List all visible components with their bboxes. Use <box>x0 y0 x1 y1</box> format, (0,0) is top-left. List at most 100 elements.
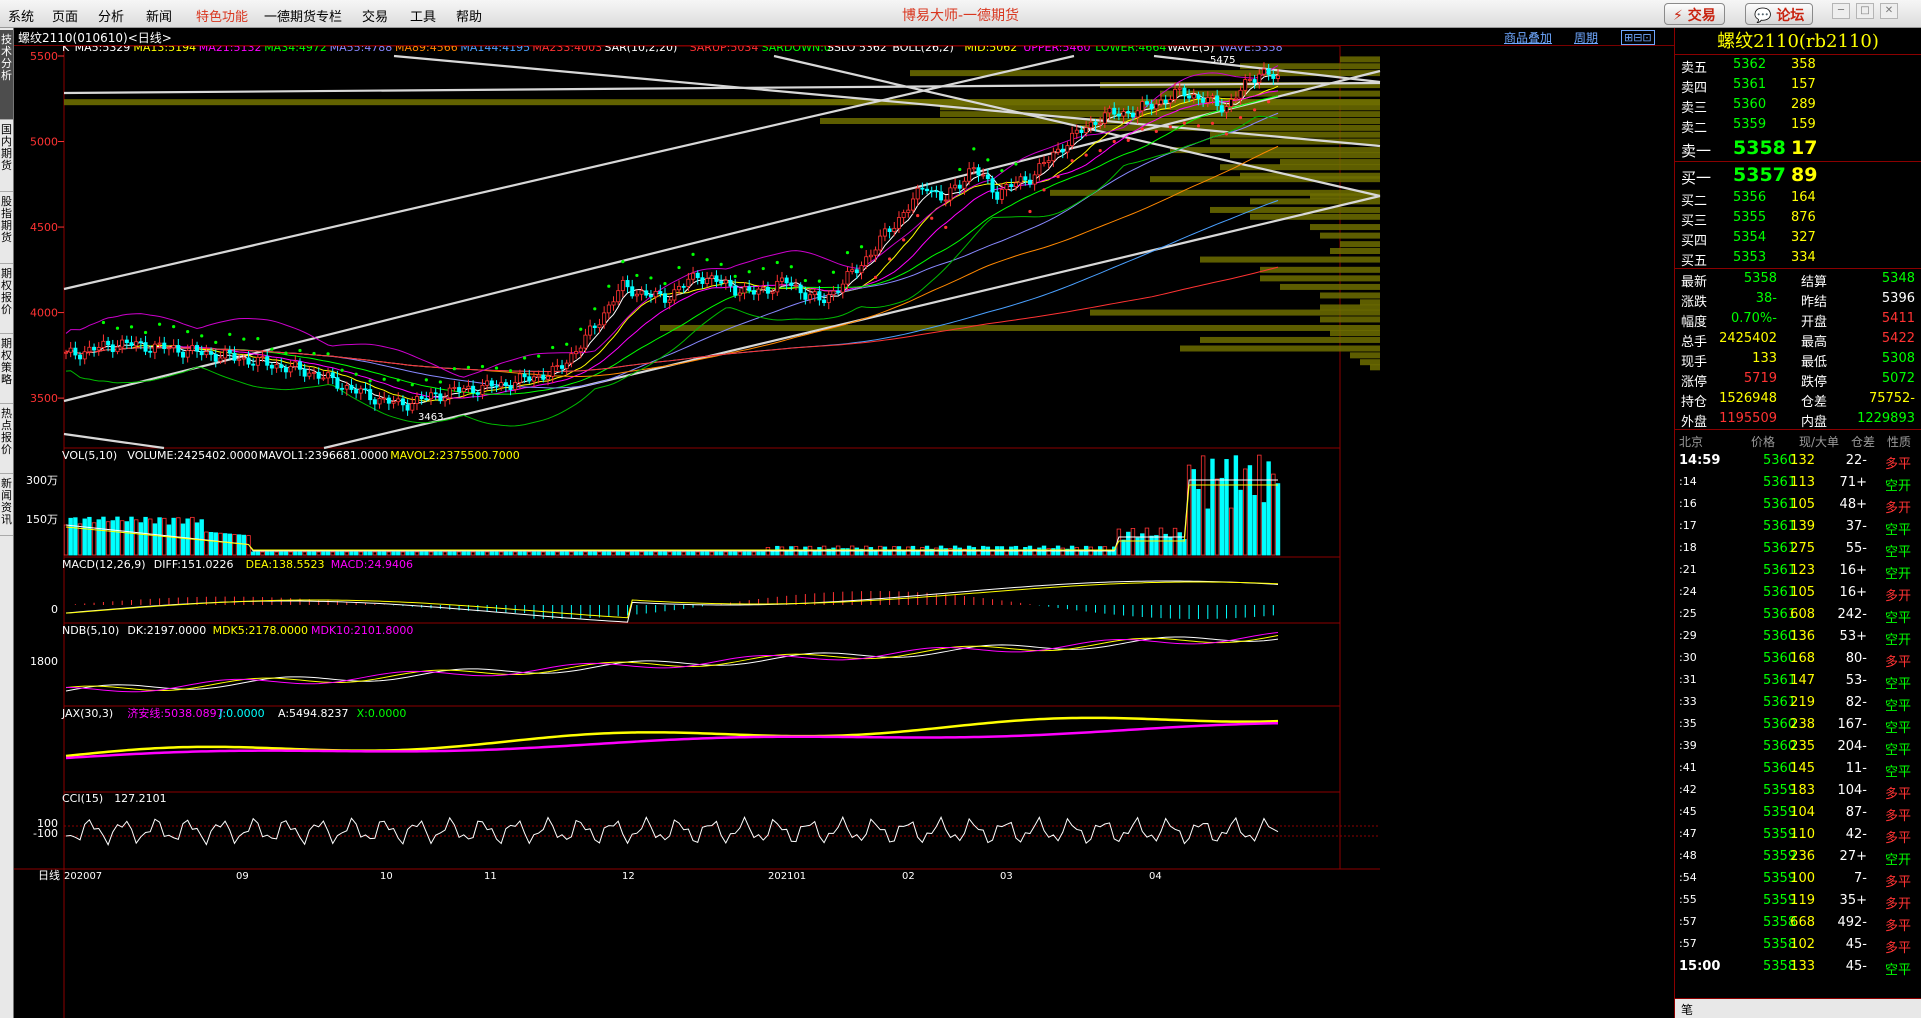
zoom-icons[interactable]: ⊞⊟⊡ <box>1621 30 1655 45</box>
menu-item-1[interactable]: 页面 <box>52 6 78 25</box>
candle-body <box>1187 95 1192 99</box>
volume-bar <box>1191 469 1196 556</box>
left-tab-6[interactable]: 新闻资讯 <box>0 474 13 536</box>
volume-bar <box>1247 465 1253 556</box>
candle-body <box>269 364 274 369</box>
futures-chart[interactable]: K MA5:5329 MA13:5194 MA21:5132 MA34:4972 MA55… <box>14 46 1674 1018</box>
ask-row: 卖五 5362 358 <box>1675 55 1921 76</box>
candle-body <box>410 403 415 411</box>
candle-body <box>1135 110 1140 118</box>
candle-body <box>129 342 134 347</box>
left-tab-5[interactable]: 热点报价 <box>0 404 13 474</box>
sub-y-tick: -100 <box>33 827 58 840</box>
volume-bar <box>269 551 275 556</box>
tick-nature: 多平 <box>1885 831 1912 846</box>
candle-body <box>1140 101 1145 112</box>
sar-dot <box>930 216 934 220</box>
volume-bar <box>1266 461 1271 556</box>
sar-dot <box>396 378 400 382</box>
tick-time: :45 <box>1679 805 1697 818</box>
cci_indicator-legend: 127.2101 <box>114 792 167 805</box>
volume-bar <box>1196 489 1201 556</box>
candle-body <box>218 357 223 362</box>
jax_indicator-legend: JAX(30,3) <box>61 707 113 720</box>
sar-dot <box>508 369 513 373</box>
volume-bar <box>166 524 172 556</box>
volume-bar <box>1130 528 1136 556</box>
volume-bar <box>105 521 111 556</box>
sar-dot <box>663 281 667 286</box>
left-tab-0[interactable]: 技术分析 <box>0 30 13 120</box>
volume-bar <box>1149 535 1154 556</box>
commodity-overlay-link[interactable]: 商品叠加 <box>1504 29 1552 46</box>
volume-bar <box>400 551 406 556</box>
volume-bar <box>639 551 644 556</box>
menu-item-2[interactable]: 分析 <box>98 6 124 25</box>
tick-nature: 空平 <box>1885 611 1912 626</box>
sub-y-tick: 0 <box>51 603 58 616</box>
trade-button[interactable]: ⚡ 交易 <box>1664 3 1725 25</box>
jax_indicator-legend: J:0.0000 <box>218 707 264 720</box>
candle-body <box>915 187 920 200</box>
left-tab-1[interactable]: 国内期货 <box>0 120 13 192</box>
menu-item-8[interactable]: 帮助 <box>456 6 482 25</box>
tick-time: :57 <box>1679 937 1697 950</box>
sar-dot <box>256 336 260 341</box>
sar-dot <box>270 347 274 351</box>
forum-button[interactable]: 💬 论坛 <box>1745 3 1814 25</box>
candle-body <box>354 389 359 394</box>
candle-body <box>878 235 883 251</box>
candle-body <box>429 392 434 400</box>
candle-body <box>1107 107 1112 114</box>
main_indicator-legend: WAVE:5358 <box>1219 46 1282 54</box>
volume-bar <box>644 551 649 556</box>
volume-bar <box>349 551 354 556</box>
candle-body <box>957 184 962 189</box>
candle-body <box>882 228 887 237</box>
candle-body <box>929 190 934 193</box>
volume-profile-bar <box>1320 316 1380 323</box>
tick-nature: 空平 <box>1885 743 1912 758</box>
quote-label: 仓差 <box>1801 395 1828 410</box>
ask-volume: 289 <box>1791 97 1816 112</box>
menu-item-6[interactable]: 交易 <box>362 6 388 25</box>
menu-item-4[interactable]: 特色功能 <box>196 6 248 25</box>
volume-bar <box>667 551 672 556</box>
menu-item-5[interactable]: 一德期货专栏 <box>264 6 342 25</box>
close-icon[interactable]: ✕ <box>1880 3 1898 19</box>
bid-label: 买二 <box>1681 194 1708 209</box>
volume-bar <box>325 551 331 556</box>
candle-body <box>171 345 176 349</box>
menu-item-0[interactable]: 系统 <box>8 6 34 25</box>
candle-body <box>578 347 583 352</box>
candle-body <box>803 292 808 300</box>
volume-bar <box>227 533 232 556</box>
menu-item-3[interactable]: 新闻 <box>146 6 172 25</box>
left-tab-2[interactable]: 股指期货 <box>0 192 13 264</box>
main_indicator-legend: K <box>62 46 70 54</box>
candle-body <box>1023 176 1028 181</box>
left-tab-3[interactable]: 期权报价 <box>0 264 13 334</box>
maximize-icon[interactable]: □ <box>1856 3 1874 19</box>
candle-body <box>1159 99 1164 105</box>
menu-item-7[interactable]: 工具 <box>410 6 436 25</box>
volume-bar <box>494 551 499 556</box>
candle-body <box>1219 105 1224 113</box>
volume-bar <box>433 551 438 556</box>
tick-row: :48 5359 236 +27 空开 <box>1679 849 1912 868</box>
left-tab-4[interactable]: 期权策略 <box>0 334 13 404</box>
minimize-icon[interactable]: ─ <box>1832 3 1850 19</box>
tick-list: 北京 价格 现/大单 仓差 性质 14:59 5360 132 -22 多平:14 5361 113 +… <box>1675 430 1921 978</box>
volume-bar <box>452 551 457 556</box>
candle-body <box>836 290 841 293</box>
candle-body <box>1056 148 1061 153</box>
menu-bar: 系统 页面 分析 新闻 特色功能 一德期货专栏 交易 工具 帮助 博易大师-一德期货 ⚡ 交易 … <box>0 0 1921 28</box>
ask-row: 卖一 5358 17 <box>1675 135 1921 161</box>
ask-row: 卖三 5360 289 <box>1675 95 1921 116</box>
volume-bar <box>1121 539 1126 556</box>
candle-body <box>251 363 256 366</box>
candle-body <box>1042 162 1047 165</box>
volume-bar <box>133 519 139 556</box>
period-link[interactable]: 周期 <box>1574 29 1598 46</box>
tick-footer-tab[interactable]: 笔 <box>1675 998 1921 1018</box>
